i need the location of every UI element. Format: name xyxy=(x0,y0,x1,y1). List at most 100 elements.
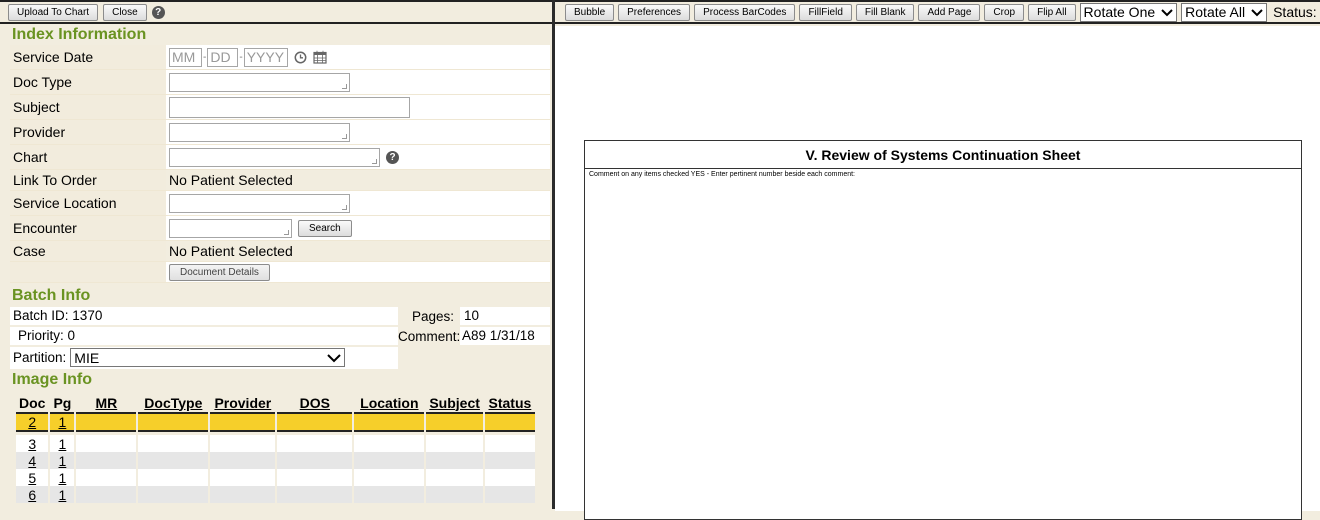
rotate-one-select[interactable]: Rotate One xyxy=(1079,2,1178,22)
calendar-icon[interactable] xyxy=(313,50,327,64)
location-cell xyxy=(354,486,425,503)
provider-label: Provider xyxy=(10,120,166,144)
pg-cell: 1 xyxy=(50,412,75,432)
col-provider[interactable]: Provider xyxy=(210,393,275,412)
table-row[interactable]: 4 1 xyxy=(16,452,535,469)
image-table-wrap: Doc Pg MR DocType Provider DOS Location … xyxy=(14,393,554,503)
mr-cell xyxy=(76,452,137,469)
batch-id-cell: Batch ID: 1370 xyxy=(10,307,398,325)
batch-info: Batch ID: 1370 Pages: 10 Priority: 0 Com… xyxy=(10,306,550,369)
help-icon[interactable]: ? xyxy=(386,150,399,164)
col-status[interactable]: Status xyxy=(485,393,535,412)
image-table-header: Doc Pg MR DocType Provider DOS Location … xyxy=(16,393,535,412)
crop-button[interactable]: Crop xyxy=(984,3,1025,21)
service-date-label: Service Date xyxy=(10,45,166,69)
case-value: No Patient Selected xyxy=(166,241,550,261)
col-pg[interactable]: Pg xyxy=(50,393,74,412)
mr-cell xyxy=(76,469,137,486)
encounter-input[interactable] xyxy=(169,218,292,238)
flip-all-button[interactable]: Flip All xyxy=(1028,3,1076,21)
location-cell xyxy=(354,469,425,486)
month-input[interactable]: MM xyxy=(169,47,202,67)
rotate-all-select[interactable]: Rotate All xyxy=(1181,2,1268,22)
doc-link[interactable]: 5 xyxy=(28,470,36,486)
batch-row-2: Priority: 0 Comment: A89 1/31/18 xyxy=(10,326,550,346)
page-link[interactable]: 1 xyxy=(59,487,67,503)
doc-cell: 2 xyxy=(16,412,49,432)
status-cell xyxy=(484,469,535,486)
process-barcodes-button[interactable]: Process BarCodes xyxy=(694,3,796,21)
table-row[interactable]: 2 1 xyxy=(16,412,535,432)
page-link[interactable]: 1 xyxy=(59,436,67,452)
day-input[interactable]: DD xyxy=(207,47,239,67)
encounter-label: Encounter xyxy=(10,216,166,240)
provider-cell xyxy=(210,435,276,452)
table-row[interactable]: 5 1 xyxy=(16,469,535,486)
index-information-title: Index Information xyxy=(12,26,147,43)
add-page-button[interactable]: Add Page xyxy=(918,3,981,21)
document-details-button[interactable]: Document Details xyxy=(169,263,270,281)
col-doctype[interactable]: DocType xyxy=(138,393,208,412)
pg-cell: 1 xyxy=(50,469,75,486)
pg-cell: 1 xyxy=(50,435,75,452)
document-details-row: Document Details xyxy=(10,262,550,283)
doc-link[interactable]: 3 xyxy=(28,436,36,452)
subject-row: Subject xyxy=(10,95,550,120)
doc-cell: 5 xyxy=(16,469,49,486)
fillfield-button[interactable]: FillField xyxy=(799,3,852,21)
status-cell xyxy=(484,452,535,469)
service-location-input[interactable] xyxy=(169,193,350,213)
preferences-button[interactable]: Preferences xyxy=(618,3,691,21)
year-input[interactable]: YYYY xyxy=(243,47,288,67)
left-toolbar: Upload To Chart Close ? xyxy=(0,2,554,24)
col-dos[interactable]: DOS xyxy=(277,393,352,412)
clock-icon[interactable] xyxy=(294,51,307,64)
subject-input[interactable] xyxy=(169,96,410,118)
partition-select[interactable]: MIE xyxy=(70,348,346,367)
location-cell xyxy=(354,452,425,469)
col-doc[interactable]: Doc xyxy=(16,393,48,412)
dos-cell xyxy=(277,435,353,452)
subject-cell xyxy=(426,452,483,469)
page-link[interactable]: 1 xyxy=(59,414,67,430)
document-page: V. Review of Systems Continuation Sheet … xyxy=(584,140,1302,520)
table-row[interactable]: 3 1 xyxy=(16,435,535,452)
doc-link[interactable]: 2 xyxy=(28,414,36,430)
table-row[interactable]: 6 1 xyxy=(16,486,535,503)
case-label: Case xyxy=(10,241,166,261)
doctype-cell xyxy=(138,469,209,486)
col-subject[interactable]: Subject xyxy=(426,393,483,412)
doc-link[interactable]: 4 xyxy=(28,453,36,469)
document-canvas[interactable]: V. Review of Systems Continuation Sheet … xyxy=(555,26,1320,520)
doc-type-input[interactable] xyxy=(169,72,350,92)
status-cell xyxy=(484,435,535,452)
search-button[interactable]: Search xyxy=(298,219,352,237)
link-to-order-value: No Patient Selected xyxy=(166,170,550,190)
doc-cell: 6 xyxy=(16,486,49,503)
help-icon[interactable]: ? xyxy=(151,5,165,19)
priority-value: 0 xyxy=(67,328,76,343)
page-link[interactable]: 1 xyxy=(59,470,67,486)
col-location[interactable]: Location xyxy=(354,393,424,412)
upload-to-chart-button[interactable]: Upload To Chart xyxy=(8,3,99,21)
image-table: Doc Pg MR DocType Provider DOS Location … xyxy=(14,393,537,503)
page-link[interactable]: 1 xyxy=(59,453,67,469)
close-button[interactable]: Close xyxy=(103,3,147,21)
chart-input[interactable] xyxy=(169,147,380,167)
doc-link[interactable]: 6 xyxy=(28,487,36,503)
fill-blank-button[interactable]: Fill Blank xyxy=(855,3,915,21)
viewer-toolbar: Bubble Preferences Process BarCodes Fill… xyxy=(555,2,1320,24)
rotate-all-value: Rotate All xyxy=(1185,4,1246,20)
link-to-order-row: Link To Order No Patient Selected xyxy=(10,170,550,191)
provider-cell xyxy=(210,486,276,503)
provider-cell xyxy=(210,412,276,432)
service-location-label: Service Location xyxy=(10,191,166,215)
dos-cell xyxy=(277,469,353,486)
subject-cell xyxy=(426,412,483,432)
provider-input[interactable] xyxy=(169,122,350,142)
pg-cell: 1 xyxy=(50,452,75,469)
pages-value: 10 xyxy=(460,307,550,325)
col-mr[interactable]: MR xyxy=(76,393,136,412)
bubble-button[interactable]: Bubble xyxy=(565,3,615,21)
batch-id-value: 1370 xyxy=(72,308,103,323)
